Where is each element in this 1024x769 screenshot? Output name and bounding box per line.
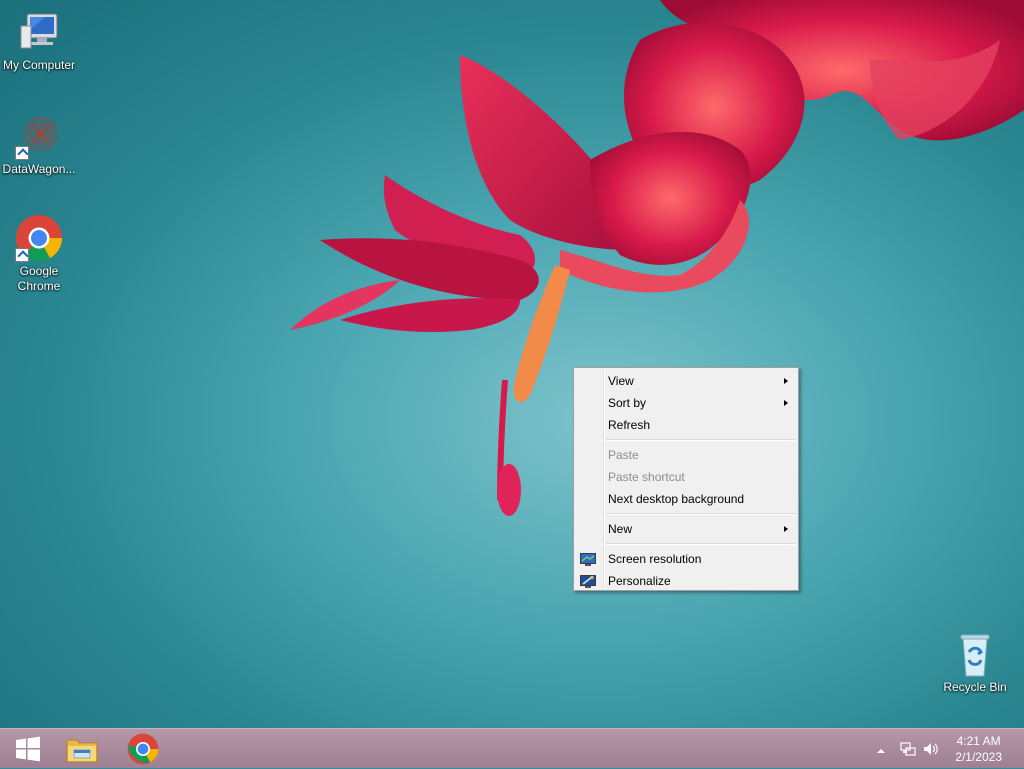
submenu-arrow-icon <box>784 378 788 384</box>
personalize-icon <box>580 574 596 588</box>
clock-date: 2/1/2023 <box>955 750 1002 764</box>
windows-logo-icon <box>16 736 40 762</box>
menu-separator <box>606 543 796 545</box>
desktop-icon-my-computer[interactable]: My Computer <box>0 8 78 73</box>
desktop-context-menu: View Sort by Refresh Paste Paste shortcu… <box>573 367 799 591</box>
taskbar-chrome[interactable] <box>114 729 172 769</box>
shortcut-arrow-icon <box>15 248 29 262</box>
menu-item-label: Refresh <box>608 418 651 432</box>
menu-item-label: Personalize <box>608 574 671 588</box>
desktop-icon-label: Recycle Bin <box>943 680 1007 694</box>
desktop-icon-datawagon[interactable]: DataWagon... <box>0 112 78 177</box>
volume-icon[interactable] <box>922 741 940 762</box>
clock-time: 4:21 AM <box>956 734 1001 748</box>
menu-separator <box>606 513 796 515</box>
menu-item-personalize[interactable]: Personalize <box>574 570 798 592</box>
desktop-icon-google-chrome[interactable]: Google Chrome <box>0 214 78 294</box>
menu-item-paste[interactable]: Paste <box>574 444 798 466</box>
file-explorer-icon <box>66 739 98 763</box>
desktop-wallpaper[interactable] <box>0 0 1024 728</box>
menu-item-label: Sort by <box>608 396 647 410</box>
menu-item-refresh[interactable]: Refresh <box>574 414 798 436</box>
chrome-icon <box>127 733 159 765</box>
desktop-icon-recycle-bin[interactable]: Recycle Bin <box>936 630 1014 695</box>
network-icon[interactable] <box>900 741 916 762</box>
screen-resolution-icon <box>580 552 596 566</box>
menu-item-label: Next desktop background <box>608 492 745 506</box>
start-button[interactable] <box>0 729 56 769</box>
menu-item-label: Paste shortcut <box>608 470 685 484</box>
desktop-icon-label: Google <box>19 264 59 278</box>
menu-item-sort-by[interactable]: Sort by <box>574 392 798 414</box>
menu-separator <box>606 439 796 441</box>
desktop-icon-label: DataWagon... <box>2 162 76 176</box>
computer-icon <box>15 8 63 56</box>
submenu-arrow-icon <box>784 400 788 406</box>
datawagon-icon <box>15 112 63 160</box>
chrome-icon <box>15 214 63 262</box>
desktop-icon-label: My Computer <box>2 58 76 72</box>
menu-item-label: Paste <box>608 448 639 462</box>
menu-item-screen-resolution[interactable]: Screen resolution <box>574 548 798 570</box>
flower-graphic <box>290 0 1024 516</box>
taskbar: 4:21 AM 2/1/2023 <box>0 728 1024 768</box>
desktop-icon-label-line2: Chrome <box>17 279 61 293</box>
menu-item-next-desktop-background[interactable]: Next desktop background <box>574 488 798 510</box>
shortcut-arrow-icon <box>15 146 29 160</box>
taskbar-clock[interactable]: 4:21 AM 2/1/2023 <box>955 733 1002 765</box>
menu-item-label: View <box>608 374 634 388</box>
show-hidden-icons-chevron[interactable] <box>876 743 886 761</box>
menu-item-view[interactable]: View <box>574 370 798 392</box>
menu-item-label: New <box>608 522 633 536</box>
submenu-arrow-icon <box>784 526 788 532</box>
recycle-bin-icon <box>951 630 999 678</box>
taskbar-file-explorer[interactable] <box>56 729 108 769</box>
menu-item-label: Screen resolution <box>608 552 702 566</box>
menu-item-new[interactable]: New <box>574 518 798 540</box>
menu-item-paste-shortcut[interactable]: Paste shortcut <box>574 466 798 488</box>
